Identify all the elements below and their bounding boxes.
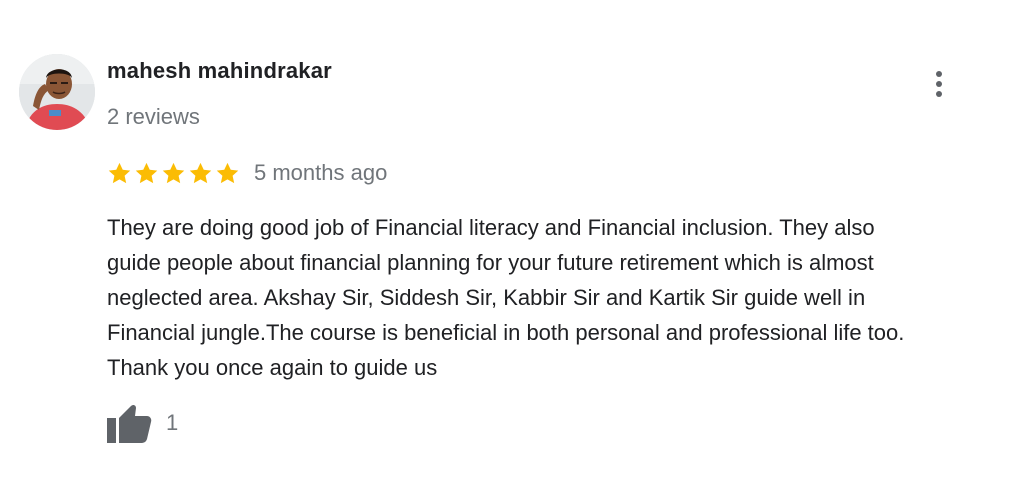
- review-text: They are doing good job of Financial lit…: [107, 215, 905, 380]
- more-options-button[interactable]: [924, 66, 954, 102]
- like-button[interactable]: [106, 402, 152, 444]
- review-card: mahesh mahindrakar 2 reviews 5 months ag…: [0, 0, 1024, 484]
- avatar[interactable]: [19, 54, 95, 130]
- star-icon: [108, 162, 131, 183]
- thumbs-up-icon: [107, 404, 152, 443]
- like-count: 1: [166, 410, 179, 435]
- star-icon: [162, 162, 185, 183]
- more-vert-icon: [936, 71, 942, 77]
- rating-row: 5 months ago: [107, 158, 387, 188]
- author-name[interactable]: mahesh mahindrakar: [107, 58, 332, 84]
- like-row: 1: [106, 402, 178, 444]
- author-review-count: 2 reviews: [107, 104, 200, 129]
- avatar-photo: [19, 54, 95, 130]
- star-icon: [135, 162, 158, 183]
- star-icon: [216, 162, 239, 183]
- star-rating: [107, 161, 240, 186]
- star-icon: [189, 162, 212, 183]
- review-time: 5 months ago: [254, 160, 388, 185]
